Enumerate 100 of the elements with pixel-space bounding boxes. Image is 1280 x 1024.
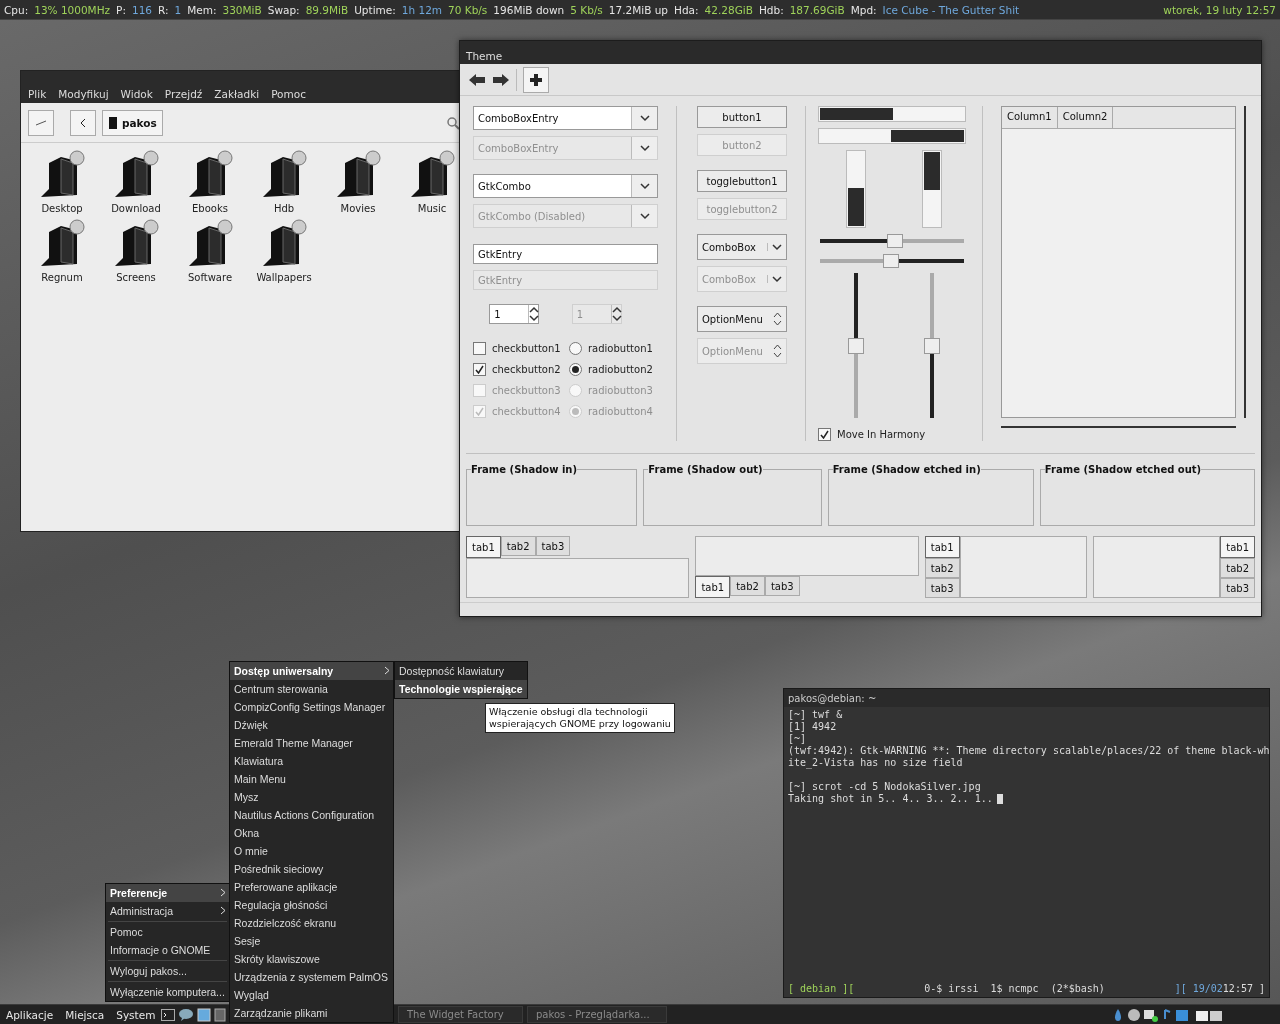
menu-item[interactable]: O mnie (230, 842, 393, 860)
cursor (996, 794, 1003, 804)
file-item[interactable]: Music (395, 149, 459, 214)
menu-item[interactable]: Pośrednik sieciowy (230, 860, 393, 878)
push-button[interactable]: button1 (697, 106, 787, 128)
slider[interactable] (849, 273, 863, 418)
file-item[interactable]: Desktop (25, 149, 99, 214)
menu-item[interactable]: Wyłączenie komputera... (106, 983, 229, 1001)
scrollbar[interactable] (1001, 426, 1236, 428)
add-button[interactable] (523, 66, 549, 93)
menu-item[interactable]: CompizConfig Settings Manager (230, 698, 393, 716)
status-text: 12:57 ] (1222, 982, 1265, 994)
slider-thumb[interactable] (848, 337, 864, 354)
menu-item[interactable]: Widok (120, 88, 153, 100)
menu-item[interactable]: Skróty klawiszowe (230, 950, 393, 968)
menu-item[interactable]: Mysz (230, 788, 393, 806)
back-button[interactable] (70, 109, 96, 136)
menu-item[interactable]: Dostęp uniwersalny (230, 662, 393, 680)
tab[interactable]: tab2 (500, 536, 536, 556)
chevron-icon (639, 114, 650, 122)
tab[interactable]: tab2 (730, 576, 765, 596)
file-item[interactable]: Software (173, 218, 247, 283)
slider[interactable] (820, 234, 964, 248)
menu-item[interactable]: Preferowane aplikacje (230, 878, 393, 896)
tab[interactable]: tab2 (1220, 558, 1255, 578)
menu-item[interactable]: Administracja (106, 902, 229, 920)
push-button[interactable]: togglebutton1 (697, 170, 787, 192)
status-text: 196MiB down (493, 3, 565, 16)
menu-item[interactable]: Centrum sterowania (230, 680, 393, 698)
menu-item[interactable]: Technologie wspierające (395, 680, 527, 698)
slider[interactable] (820, 253, 964, 267)
slider-thumb[interactable] (886, 234, 903, 249)
menu-item[interactable]: Emerald Theme Manager (230, 734, 393, 752)
menu-item[interactable]: Nautilus Actions Configuration (230, 806, 393, 824)
checkbox[interactable] (818, 428, 831, 441)
menu-item[interactable]: Okna (230, 824, 393, 842)
file-item[interactable]: Screens (99, 218, 173, 283)
slider-thumb[interactable] (924, 337, 940, 354)
menu-item[interactable]: Pomoc (271, 88, 306, 100)
column-header[interactable]: Column1 (1002, 107, 1058, 128)
file-item[interactable]: Hdb (247, 149, 321, 214)
combo-box[interactable]: ComboBoxEntry (473, 106, 658, 130)
spin-field[interactable]: 1 (489, 304, 540, 324)
menu-item[interactable]: Informacje o GNOME (106, 941, 229, 959)
panel-menu[interactable]: System (110, 1008, 162, 1021)
file-item[interactable]: Ebooks (173, 149, 247, 214)
panel-menu[interactable]: Aplikacje (0, 1008, 60, 1021)
tab[interactable]: tab2 (924, 558, 960, 578)
location-button[interactable]: pakos (102, 109, 163, 136)
menu-item[interactable]: Pomoc (106, 923, 229, 941)
toggle-button[interactable] (28, 109, 54, 136)
menu-item[interactable]: Dźwięk (230, 716, 393, 734)
slider-thumb[interactable] (882, 253, 899, 268)
slider[interactable] (925, 273, 939, 418)
tab[interactable]: tab3 (764, 576, 800, 596)
menu-item[interactable]: Preferencje (106, 884, 229, 902)
combo-box[interactable]: ComboBox (697, 234, 787, 260)
taskbar-button[interactable]: pakos - Przeglądarka... (527, 1006, 667, 1023)
tab[interactable]: tab1 (924, 536, 960, 558)
option-menu[interactable]: OptionMenu (697, 306, 787, 332)
file-item[interactable]: Wallpapers (247, 218, 321, 283)
menu-item[interactable]: Wyloguj pakos... (106, 962, 229, 980)
file-item[interactable]: Movies (321, 149, 395, 214)
radio-button[interactable] (569, 341, 582, 355)
menu-item[interactable]: Modyfikuj (58, 88, 109, 100)
tab[interactable]: tab3 (1220, 578, 1255, 598)
plus-icon (530, 73, 542, 86)
back-icon (79, 117, 87, 128)
menu-item[interactable]: Sesje (230, 932, 393, 950)
text-field[interactable]: GtkEntry (473, 244, 658, 264)
checkbox[interactable] (473, 341, 486, 355)
menu-item[interactable]: Main Menu (230, 770, 393, 788)
menu-item[interactable]: Dostępność klawiatury (395, 662, 527, 680)
checkbox[interactable] (473, 362, 486, 376)
scrollbar[interactable] (1244, 106, 1246, 418)
menu-item[interactable]: Regulacja głośności (230, 896, 393, 914)
menu-item[interactable]: Plik (28, 88, 47, 100)
checkmark-icon (475, 406, 484, 416)
file-item[interactable]: Regnum (25, 218, 99, 283)
tab[interactable]: tab1 (466, 536, 501, 558)
tooltip: Włączenie obsługi dla technologii wspierających GNOME przy logowaniu (485, 703, 675, 733)
tab[interactable]: tab1 (1220, 536, 1255, 558)
tab[interactable]: tab3 (535, 536, 571, 556)
taskbar-button[interactable]: The Widget Factory (398, 1006, 523, 1023)
menu-item[interactable]: Urządzenia z systemem PalmOS (230, 968, 393, 986)
menu-item[interactable]: Zarządzanie plikami (230, 1004, 393, 1022)
file-item[interactable]: Download (99, 149, 173, 214)
menu-item[interactable]: Wygląd (230, 986, 393, 1004)
menu-item[interactable]: Przejdź (164, 88, 203, 100)
column-header[interactable]: Column2 (1057, 107, 1114, 128)
menu-item[interactable]: Zakładki (214, 88, 260, 100)
back-arrow-icon (468, 72, 486, 87)
tab[interactable]: tab3 (924, 578, 960, 598)
panel-menu[interactable]: Miejsca (59, 1008, 111, 1021)
combo-box[interactable]: GtkCombo (473, 174, 658, 198)
menu-item[interactable]: Klawiatura (230, 752, 393, 770)
menu-item[interactable]: Rozdzielczość ekranu (230, 914, 393, 932)
tab[interactable]: tab1 (695, 576, 731, 598)
frame-label: Frame (Shadow etched out) (1044, 464, 1202, 475)
radio-button[interactable] (569, 362, 582, 376)
